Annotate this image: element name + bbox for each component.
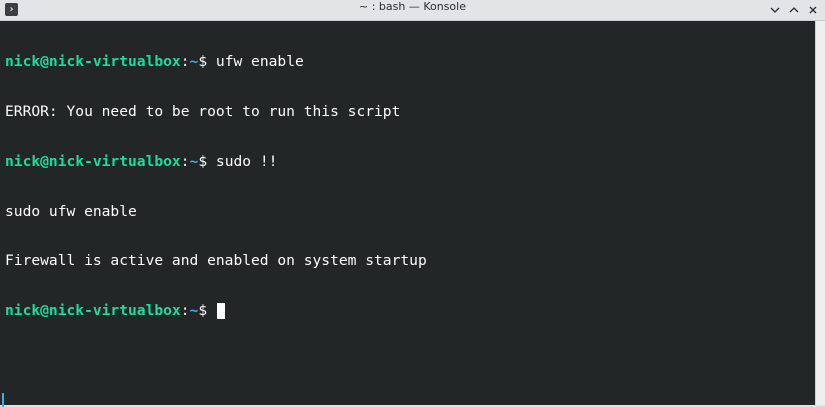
terminal-line: Firewall is active and enabled on system…: [5, 253, 427, 270]
prompt-colon: :: [180, 302, 190, 320]
close-icon: [809, 6, 817, 14]
prompt-user-host: nick@nick-virtualbox: [5, 53, 181, 71]
output-text: ERROR: You need to be root to run this s…: [5, 102, 401, 120]
title-bar[interactable]: › ~ : bash — Konsole: [0, 0, 825, 21]
prompt-colon: :: [180, 53, 190, 71]
prompt-symbol: $: [198, 302, 216, 320]
minimize-button[interactable]: [767, 2, 783, 18]
scrollbar[interactable]: [815, 21, 825, 405]
prompt-symbol: $: [198, 53, 216, 71]
output-text: sudo ufw enable: [5, 202, 137, 220]
prompt-path: ~: [189, 53, 199, 71]
prompt-colon: :: [180, 152, 190, 170]
window-title: ~ : bash — Konsole: [359, 0, 466, 13]
chevron-up-icon: [789, 7, 799, 13]
prompt-user-host: nick@nick-virtualbox: [5, 302, 181, 320]
command-text: sudo !!: [215, 152, 278, 170]
prompt-symbol: $: [198, 152, 216, 170]
output-text: Firewall is active and enabled on system…: [5, 252, 427, 270]
prompt-path: ~: [189, 152, 199, 170]
command-text: ufw enable: [215, 53, 304, 71]
close-button[interactable]: [805, 2, 821, 18]
terminal-line: ERROR: You need to be root to run this s…: [5, 102, 427, 121]
maximize-button[interactable]: [786, 2, 802, 18]
terminal-line: nick@nick-virtualbox:~$: [5, 302, 427, 320]
terminal-line: sudo ufw enable: [5, 202, 427, 221]
konsole-window: › ~ : bash — Konsole nick@nick-virtualbo…: [0, 0, 825, 407]
chevron-down-icon: [770, 7, 780, 13]
window-controls: [767, 2, 821, 19]
terminal-output: nick@nick-virtualbox:~$ ufw enable ERROR…: [5, 21, 427, 353]
prompt-path: ~: [189, 302, 199, 320]
terminal-area[interactable]: nick@nick-virtualbox:~$ ufw enable ERROR…: [0, 21, 815, 407]
terminal-line: nick@nick-virtualbox:~$ ufw enable: [5, 53, 427, 71]
text-cursor: [216, 303, 225, 320]
prompt-user-host: nick@nick-virtualbox: [5, 152, 181, 170]
terminal-line: nick@nick-virtualbox:~$ sudo !!: [5, 152, 427, 171]
